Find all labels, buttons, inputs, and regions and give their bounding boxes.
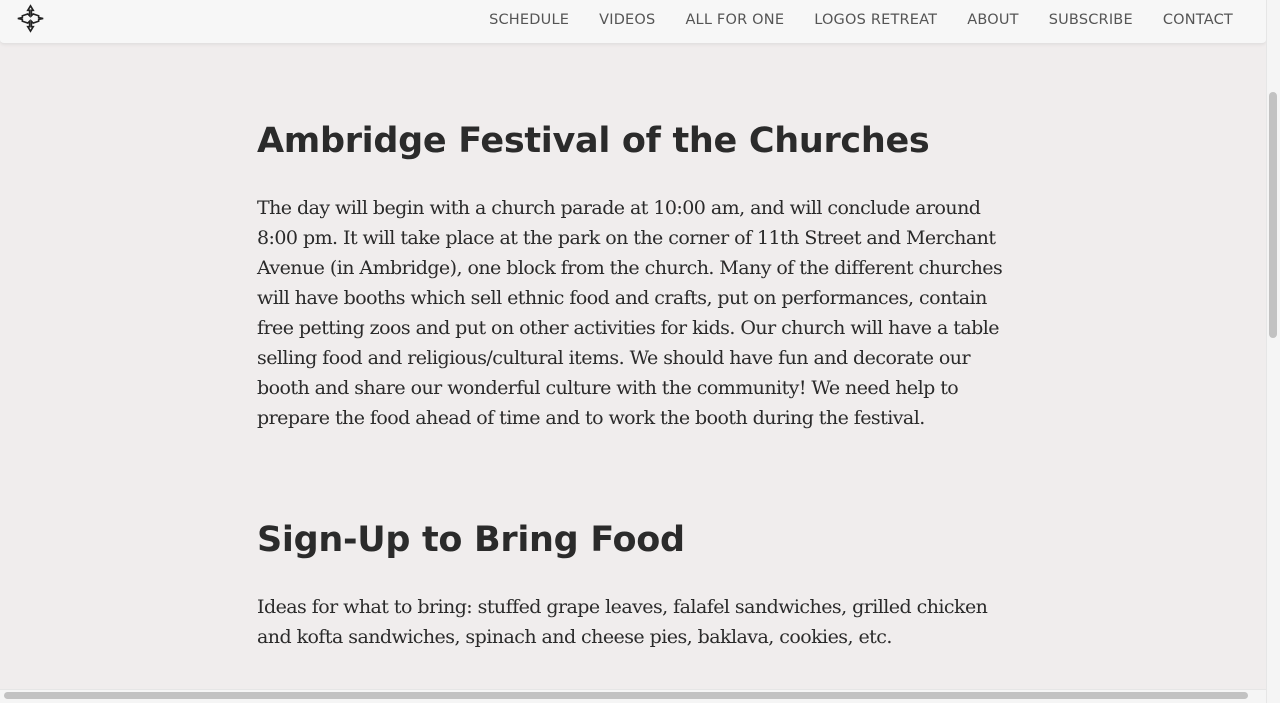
horizontal-scrollbar[interactable] (0, 689, 1266, 703)
nav-contact[interactable]: CONTACT (1163, 12, 1233, 28)
signup-description: Ideas for what to bring: stuffed grape l… (257, 596, 988, 648)
cross-emblem-icon[interactable] (16, 4, 45, 33)
nav-logos-retreat[interactable]: LOGOS RETREAT (814, 12, 937, 28)
nav-subscribe[interactable]: SUBSCRIBE (1049, 12, 1133, 28)
vertical-scrollbar-thumb[interactable] (1269, 92, 1277, 338)
nav-videos[interactable]: VIDEOS (599, 12, 655, 28)
vertical-scrollbar[interactable] (1266, 0, 1280, 703)
nav-schedule[interactable]: SCHEDULE (489, 12, 569, 28)
nav-all-for-one[interactable]: ALL FOR ONE (685, 12, 784, 28)
top-navbar: SCHEDULE VIDEOS ALL FOR ONE LOGOS RETREA… (0, 0, 1266, 44)
signup-heading: Sign-Up to Bring Food (257, 520, 685, 560)
festival-description: The day will begin with a church parade … (257, 197, 1003, 429)
main-nav: SCHEDULE VIDEOS ALL FOR ONE LOGOS RETREA… (459, 0, 1233, 40)
festival-heading: Ambridge Festival of the Churches (257, 121, 930, 161)
nav-about[interactable]: ABOUT (967, 12, 1019, 28)
horizontal-scrollbar-thumb[interactable] (4, 692, 1248, 699)
